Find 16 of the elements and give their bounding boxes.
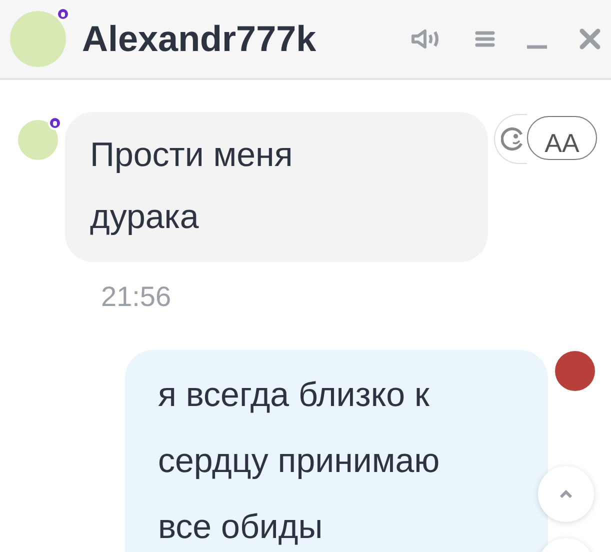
chevron-up-icon <box>559 490 573 498</box>
reaction-button[interactable] <box>494 114 527 164</box>
scroll-up-button[interactable] <box>538 466 594 522</box>
message-text: я всегда близко к сердцу принимаю все обиды <box>158 375 441 548</box>
font-size-button[interactable]: AA <box>527 116 597 160</box>
minimize-icon <box>527 45 547 49</box>
avatar <box>555 351 595 391</box>
message-time: 21:56 <box>101 280 172 314</box>
menu-icon <box>475 31 495 47</box>
smiley-icon <box>501 126 525 152</box>
close-icon <box>579 28 601 50</box>
status-badge <box>48 116 62 130</box>
contact-name: Alexandr777k <box>82 17 316 61</box>
avatar <box>18 120 58 160</box>
message-text: Прости меня дурака <box>90 135 294 238</box>
status-badge <box>56 7 70 21</box>
